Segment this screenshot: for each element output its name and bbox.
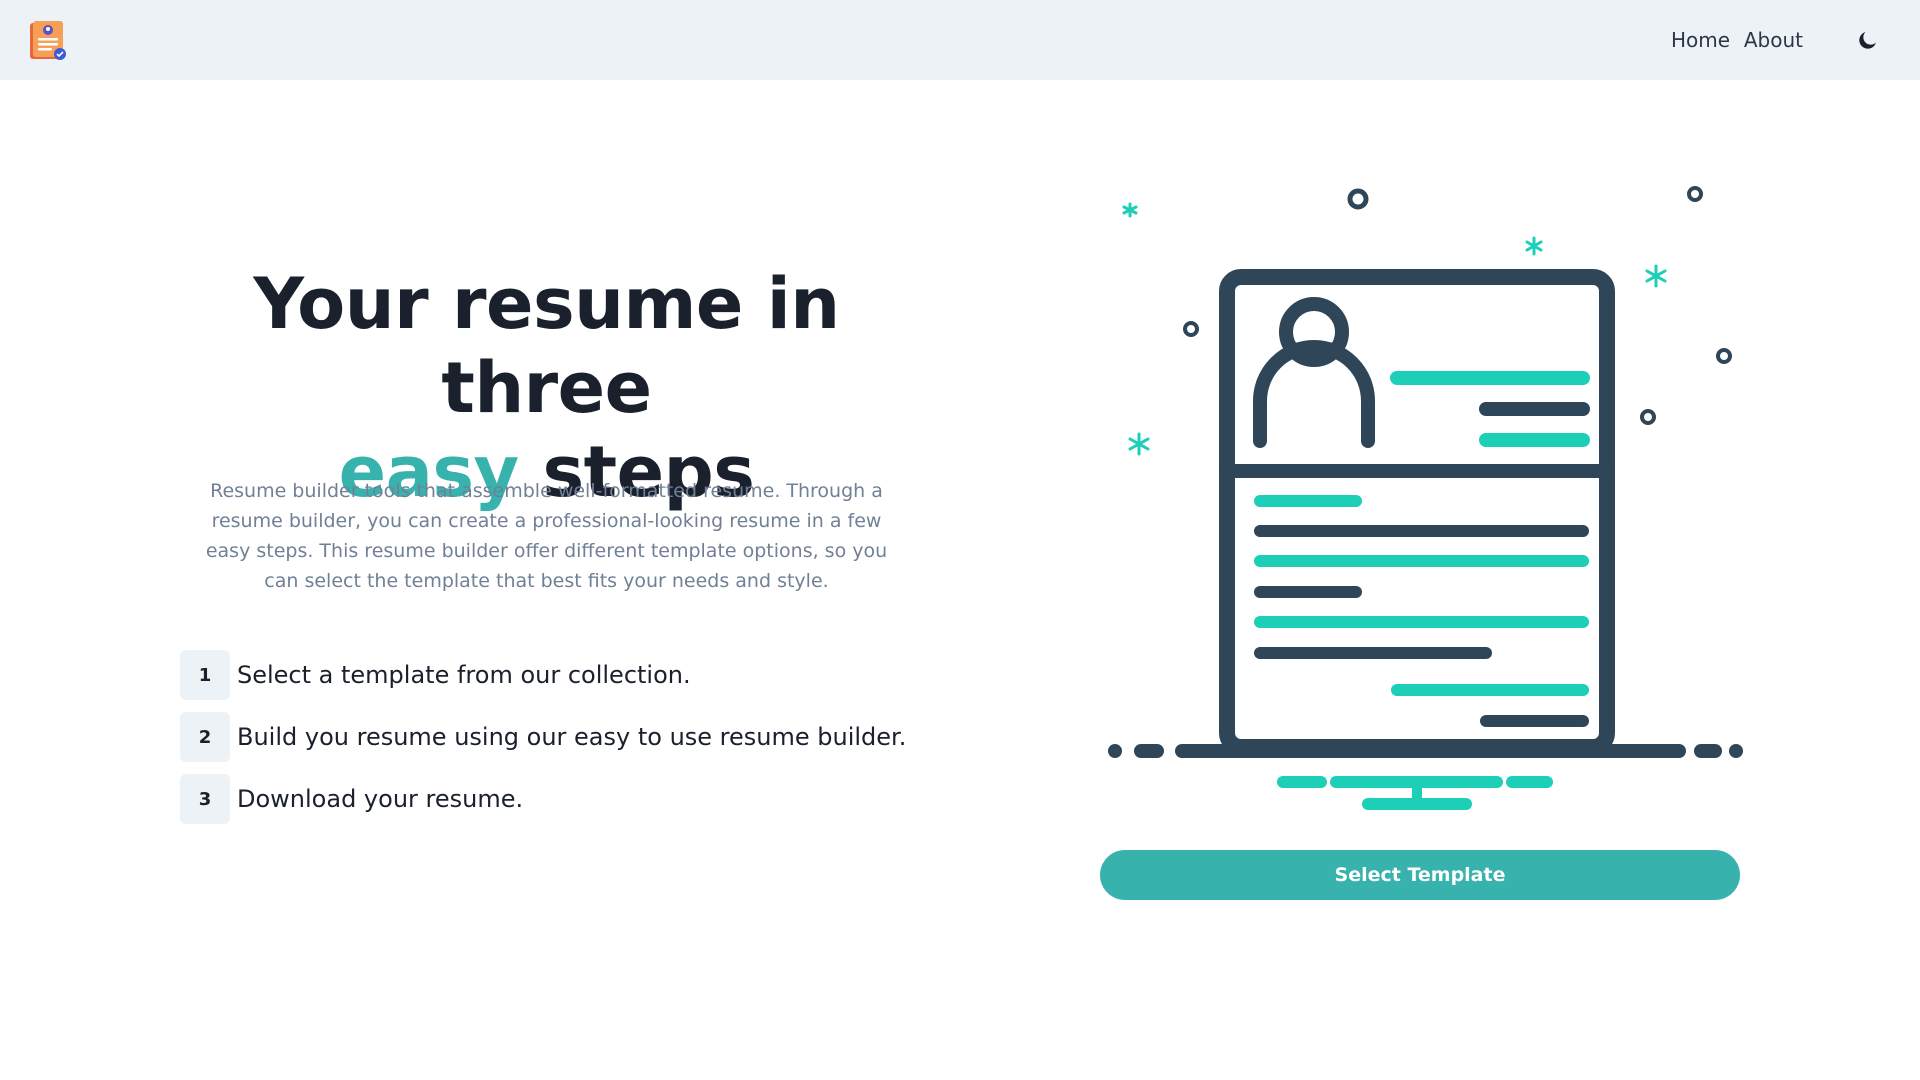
step-number-badge: 3 [180, 774, 230, 824]
step-text: Select a template from our collection. [237, 661, 691, 689]
moon-icon[interactable] [1856, 28, 1880, 52]
resume-logo-icon[interactable] [28, 20, 68, 62]
nav-about-link[interactable]: About [1744, 28, 1803, 52]
hero-description: Resume builder tools that assemble well-… [205, 480, 888, 592]
nav-home-link[interactable]: Home [1671, 28, 1730, 52]
step-item: 1 Select a template from our collection. [180, 650, 940, 700]
step-item: 2 Build you resume using our easy to use… [180, 712, 940, 762]
steps-list: 1 Select a template from our collection.… [180, 650, 940, 836]
step-text: Download your resume. [237, 785, 524, 813]
step-number-badge: 1 [180, 650, 230, 700]
resume-document-illustration [1095, 180, 1755, 820]
select-template-button[interactable]: Select Template [1100, 850, 1740, 900]
step-number-badge: 2 [180, 712, 230, 762]
step-text: Build you resume using our easy to use r… [237, 723, 907, 751]
step-item: 3 Download your resume. [180, 774, 940, 824]
navbar: Home About [0, 0, 1920, 80]
hero-title-line1: Your resume in three [253, 263, 840, 429]
